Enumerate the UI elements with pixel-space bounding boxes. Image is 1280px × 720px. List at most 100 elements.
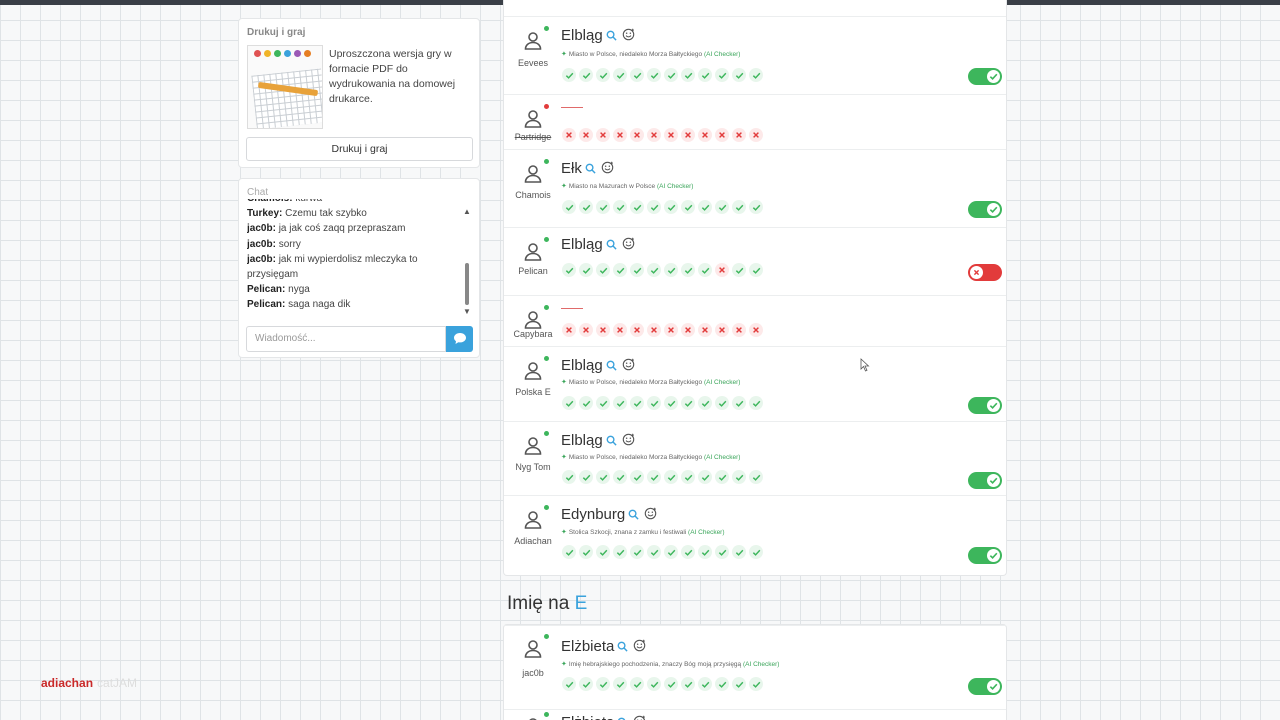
player-name: Nyg Tom: [515, 462, 551, 472]
scroll-thumb[interactable]: [465, 263, 469, 305]
vote-toggle[interactable]: [968, 547, 1002, 564]
search-icon[interactable]: [606, 28, 617, 45]
check-icon: [715, 470, 729, 484]
emoji-reaction-icon[interactable]: [644, 507, 657, 524]
check-icon: [630, 68, 644, 82]
emoji-reaction-icon[interactable]: [622, 358, 635, 375]
check-icon: [630, 263, 644, 277]
online-status-dot: [544, 431, 549, 436]
cross-icon: [664, 128, 678, 142]
check-icon: [987, 399, 1000, 412]
check-icon: [732, 263, 746, 277]
online-status-dot: [544, 159, 549, 164]
vote-marks: [562, 200, 763, 214]
description-text: Miasto w Polsce, niedaleko Morza Bałtyck…: [568, 51, 703, 58]
print-card-title: Drukuj i graj: [247, 27, 306, 38]
chat-message-text: nyga: [288, 284, 310, 296]
ai-checker-label: (AI Checker): [656, 183, 694, 190]
search-icon[interactable]: [606, 237, 617, 254]
emoji-reaction-icon[interactable]: [622, 28, 635, 45]
answer-text: Elbląg: [561, 432, 635, 450]
chat-scrollbar[interactable]: ▲ ▼: [463, 207, 471, 317]
chat-message-user[interactable]: jac0b:: [247, 239, 276, 250]
check-icon: [681, 263, 695, 277]
player-name: Pelican: [518, 266, 548, 276]
chat-send-button[interactable]: [446, 326, 473, 352]
emoji-reaction-icon[interactable]: [622, 237, 635, 254]
vote-toggle[interactable]: [968, 678, 1002, 695]
search-icon[interactable]: [617, 715, 628, 720]
stream-overlay-label: adiachan catJAM: [41, 676, 137, 690]
check-icon: [613, 68, 627, 82]
vote-toggle[interactable]: [968, 264, 1002, 281]
print-and-play-button[interactable]: Drukuj i graj: [246, 137, 473, 161]
chat-message-input[interactable]: Wiadomość...: [246, 326, 446, 352]
check-icon: [596, 677, 610, 691]
search-icon[interactable]: [585, 161, 596, 178]
answer-text: Edynburg: [561, 506, 657, 524]
answer-word: Ełk: [561, 160, 582, 177]
check-icon: [579, 200, 593, 214]
check-icon: [749, 677, 763, 691]
check-icon: [681, 68, 695, 82]
check-icon: [596, 545, 610, 559]
emoji-reaction-icon[interactable]: [601, 161, 614, 178]
chat-message-user[interactable]: Turkey:: [247, 208, 282, 219]
cross-icon: [562, 128, 576, 142]
search-icon[interactable]: [606, 433, 617, 450]
vote-toggle[interactable]: [968, 201, 1002, 218]
cross-icon: [613, 128, 627, 142]
check-icon: [562, 677, 576, 691]
avatar: [522, 712, 549, 720]
emoji-reaction-icon[interactable]: [633, 715, 646, 720]
emoji-reaction-icon[interactable]: [622, 433, 635, 450]
chat-message: Pelican: saga naga dik: [247, 297, 465, 312]
check-icon: [647, 396, 661, 410]
cross-icon: [579, 323, 593, 337]
search-icon[interactable]: [606, 358, 617, 375]
search-icon[interactable]: [617, 639, 628, 656]
chat-message-user[interactable]: Pelican:: [247, 284, 285, 295]
check-icon: [715, 396, 729, 410]
chat-log[interactable]: Chamois: kurwaTurkey: Czemu tak szybkoja…: [247, 199, 465, 319]
cross-icon: [630, 128, 644, 142]
description-text: Miasto na Mazurach w Polsce: [568, 183, 656, 190]
cross-icon: [732, 323, 746, 337]
check-icon: [664, 677, 678, 691]
cross-icon: [732, 128, 746, 142]
check-icon: [630, 470, 644, 484]
check-icon: [681, 200, 695, 214]
emoji-reaction-icon[interactable]: [633, 639, 646, 656]
chat-message-text: przysięgam: [247, 269, 299, 281]
ai-checker-label: (AI Checker): [703, 51, 741, 58]
player-name: Adiachan: [514, 536, 552, 546]
avatar: [522, 159, 549, 185]
check-icon: [698, 677, 712, 691]
check-icon: [987, 549, 1000, 562]
check-icon: [987, 680, 1000, 693]
chat-message-text: Czemu tak szybko: [285, 208, 367, 220]
vote-toggle[interactable]: [968, 472, 1002, 489]
chat-message-user[interactable]: jac0b:: [247, 223, 276, 234]
online-status-dot: [544, 356, 549, 361]
chat-message-user[interactable]: Chamois:: [247, 199, 293, 204]
cross-icon: [715, 323, 729, 337]
player-name: Partridge: [514, 132, 552, 142]
check-icon: [732, 470, 746, 484]
vote-toggle[interactable]: [968, 397, 1002, 414]
chat-message-user[interactable]: jac0b:: [247, 254, 276, 265]
online-status-dot: [544, 26, 549, 31]
vote-toggle[interactable]: [968, 68, 1002, 85]
vote-marks: [562, 263, 763, 277]
chat-message-user[interactable]: Pelican:: [247, 299, 285, 310]
cross-icon: [749, 323, 763, 337]
chat-title: Chat: [247, 187, 269, 198]
overlay-emote: catJAM: [97, 676, 138, 690]
chat-message-text: saga naga dik: [288, 299, 351, 311]
category-title: Imię na E: [507, 593, 587, 615]
scroll-down-icon[interactable]: ▼: [463, 307, 471, 316]
search-icon[interactable]: [628, 507, 639, 524]
cross-icon: [596, 323, 610, 337]
check-icon: [681, 396, 695, 410]
scroll-up-icon[interactable]: ▲: [463, 207, 471, 216]
